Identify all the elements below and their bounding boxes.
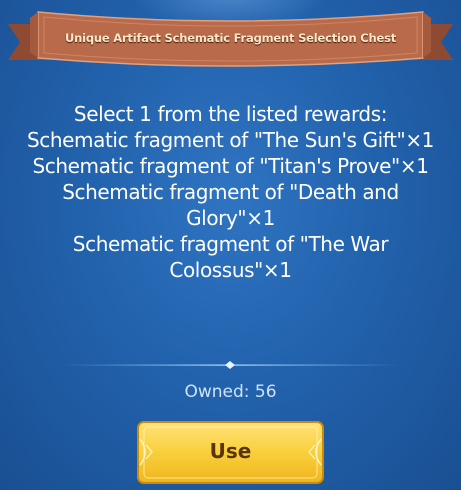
use-button[interactable]: Use (136, 419, 325, 485)
reward-line: Schematic fragment of "The War (72, 232, 389, 256)
reward-line: Schematic fragment of "Titan's Prove"×1 (32, 154, 429, 178)
reward-line: Schematic fragment of "The Sun's Gift"×1 (26, 128, 435, 152)
use-button-label: Use (209, 439, 252, 463)
divider-line (60, 361, 400, 369)
reward-description: Select 1 from the listed rewards: Schema… (0, 101, 461, 283)
dialog-title: Unique Artifact Schematic Fragment Selec… (64, 31, 397, 45)
chest-selection-dialog: Unique Artifact Schematic Fragment Selec… (0, 0, 461, 490)
owned-count: Owned: 56 (184, 382, 277, 402)
reward-line: Glory"×1 (186, 206, 275, 230)
reward-line: Colossus"×1 (169, 258, 292, 282)
reward-instruction: Select 1 from the listed rewards: (73, 102, 388, 126)
reward-line: Schematic fragment of "Death and (62, 180, 399, 204)
